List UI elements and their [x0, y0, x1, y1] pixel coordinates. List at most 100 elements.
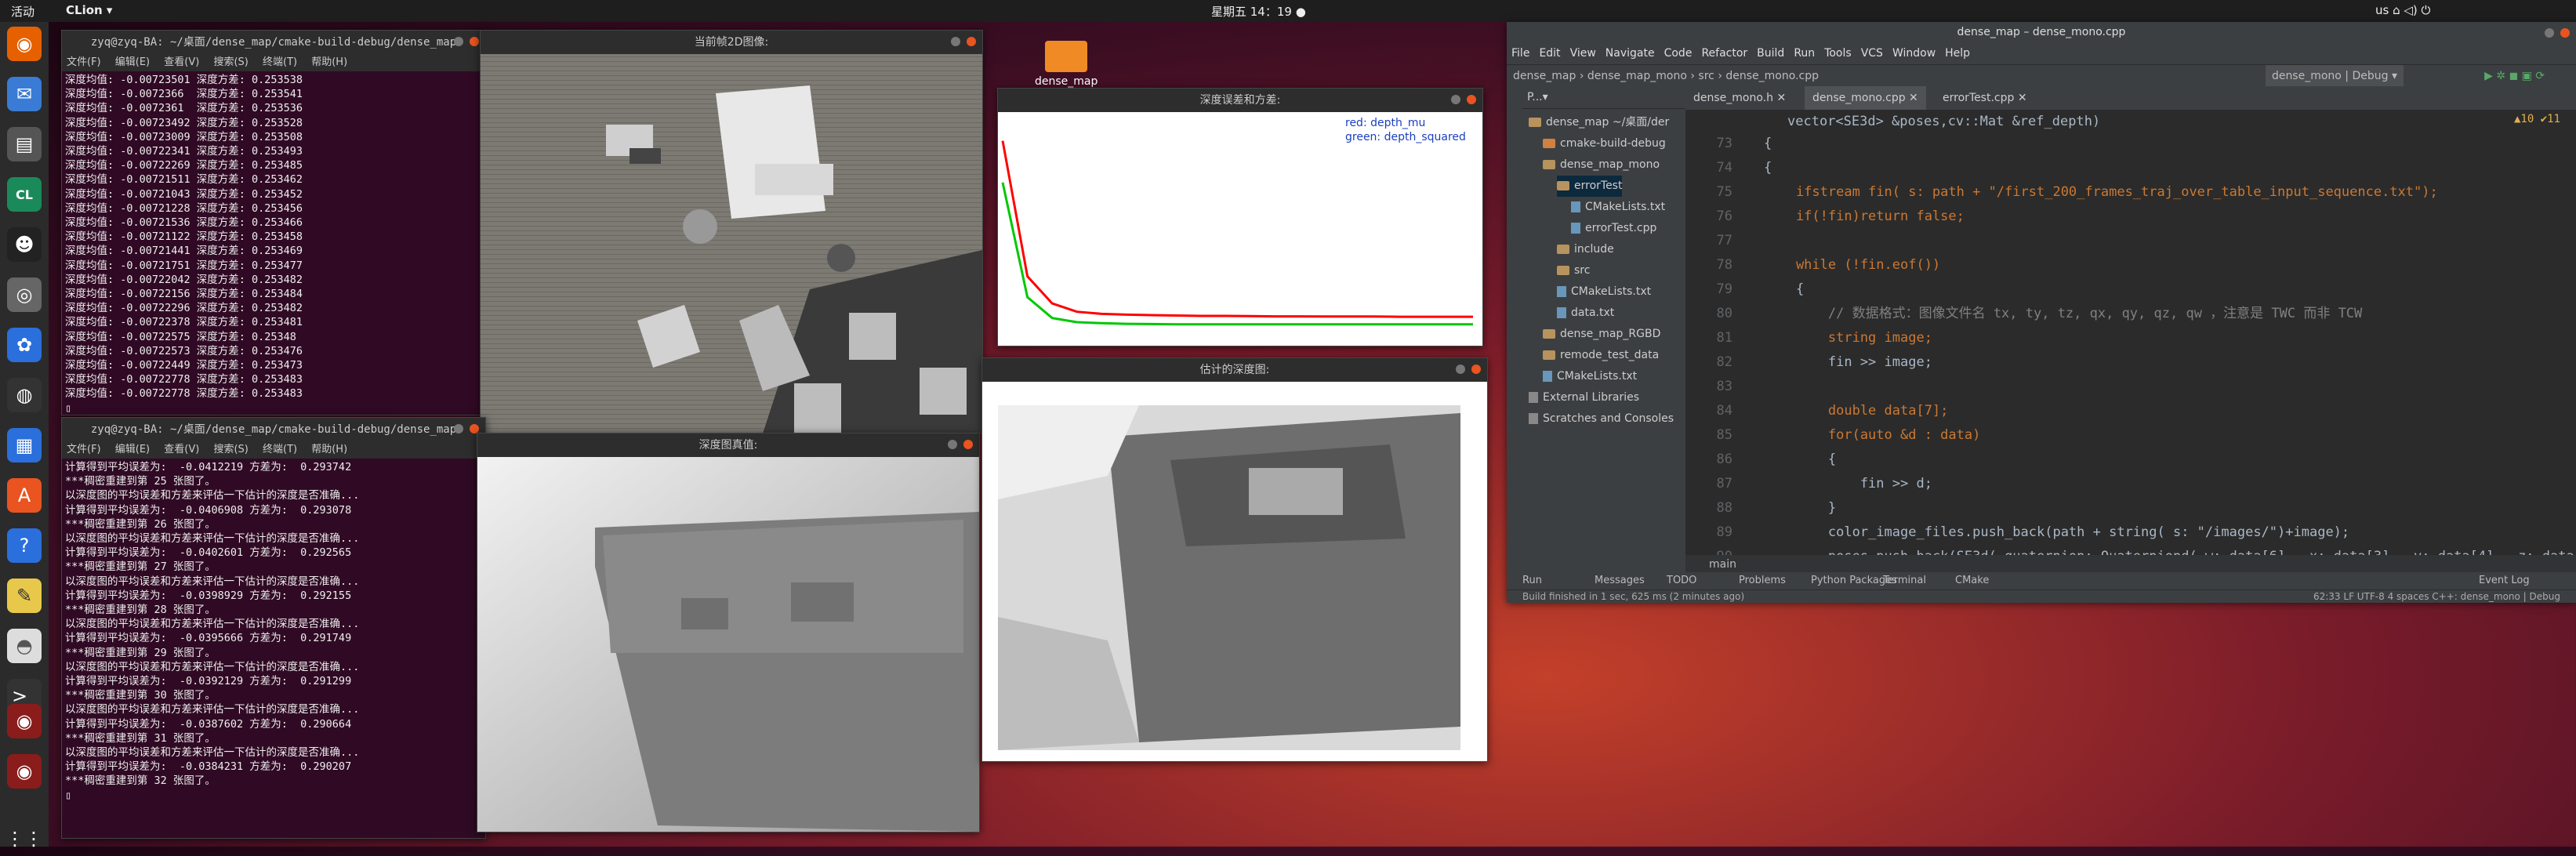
depth-error-titlebar[interactable]: 深度误差和方差: [998, 89, 1482, 112]
current-frame-window[interactable]: 当前帧2D图像: [480, 30, 983, 434]
ide-menu-file[interactable]: File [1511, 47, 1529, 60]
firefox-icon[interactable]: ◉ [7, 27, 42, 61]
tree-item[interactable]: dense_map ~/桌面/der [1529, 112, 1669, 133]
app-window-icon-1[interactable]: ◉ [7, 704, 42, 738]
ide-menu-code[interactable]: Code [1664, 47, 1693, 60]
menu-help[interactable]: 帮助(H) [311, 56, 347, 68]
tree-item[interactable]: CMakeLists.txt [1571, 197, 1665, 218]
close-icon[interactable] [470, 37, 479, 46]
tree-item[interactable]: External Libraries [1529, 387, 1639, 408]
bottom-tab[interactable]: Event Log [2479, 572, 2530, 589]
show-apps-icon[interactable]: ⋮⋮ [5, 822, 43, 856]
ide-menu-refactor[interactable]: Refactor [1701, 47, 1747, 60]
run-config-selector[interactable]: dense_mono | Debug ▾ [2265, 65, 2404, 87]
menu-search[interactable]: 搜索(S) [213, 444, 248, 455]
close-icon[interactable] [1471, 365, 1481, 374]
ide-menu-run[interactable]: Run [1794, 47, 1815, 60]
ide-menu-navigate[interactable]: Navigate [1605, 47, 1655, 60]
tree-item[interactable]: errorTest.cpp [1571, 218, 1656, 239]
menu-view[interactable]: 查看(V) [164, 56, 199, 68]
ide-menu-edit[interactable]: Edit [1539, 47, 1560, 60]
terminal-window-2[interactable]: zyq@zyq-BA: ~/桌面/dense_map/cmake-build-d… [61, 417, 486, 839]
software-icon[interactable]: A [7, 478, 42, 513]
menu-file[interactable]: 文件(F) [67, 444, 101, 455]
app-menu[interactable]: CLion ▾ [66, 3, 112, 17]
menu-help[interactable]: 帮助(H) [311, 444, 347, 455]
terminal-1-titlebar[interactable]: zyq@zyq-BA: ~/桌面/dense_map/cmake-build-d… [62, 31, 485, 54]
menu-edit[interactable]: 编辑(E) [115, 444, 150, 455]
project-panel-header[interactable]: P...▾ [1522, 86, 1685, 109]
menu-terminal[interactable]: 终端(T) [263, 444, 297, 455]
estimated-depth-window[interactable]: 估计的深度图: [981, 357, 1488, 762]
ide-menu-help[interactable]: Help [1945, 47, 1970, 60]
close-icon[interactable] [963, 440, 973, 449]
eye-icon[interactable]: ◎ [7, 277, 42, 312]
tree-item[interactable]: CMakeLists.txt [1557, 281, 1651, 303]
app-window-icon-2[interactable]: ◉ [7, 754, 42, 789]
bottom-tab[interactable]: Run [1522, 572, 1542, 589]
breadcrumb-0[interactable]: dense_map [1513, 70, 1576, 82]
clion-window[interactable]: dense_map – dense_mono.cpp File Edit View N… [1507, 22, 2576, 603]
depth-error-window[interactable]: 深度误差和方差: red: depth_mu green: depth_squar… [997, 88, 1483, 346]
ide-menu-window[interactable]: Window [1892, 47, 1936, 60]
tree-item[interactable]: CMakeLists.txt [1543, 366, 1637, 387]
menu-terminal[interactable]: 终端(T) [263, 56, 297, 68]
clock[interactable]: 星期五 14：19 ● [1211, 3, 1306, 20]
bottom-tab[interactable]: Problems [1739, 572, 1786, 589]
terminal-window-1[interactable]: zyq@zyq-BA: ~/桌面/dense_map/cmake-build-d… [61, 30, 486, 415]
menu-edit[interactable]: 编辑(E) [115, 56, 150, 68]
tab-dense-mono-cpp[interactable]: dense_mono.cpp ✕ [1805, 86, 1926, 112]
inspection-widget[interactable]: ▲10 ✔11 [2514, 113, 2560, 125]
minimize-icon[interactable] [454, 37, 463, 46]
ide-menu-view[interactable]: View [1570, 47, 1596, 60]
tab-dense-mono-h[interactable]: dense_mono.h ✕ [1685, 86, 1794, 110]
breadcrumb-3[interactable]: dense_mono.cpp [1725, 70, 1819, 82]
tree-item[interactable]: dense_map_RGBD [1543, 324, 1660, 345]
menu-file[interactable]: 文件(F) [67, 56, 101, 68]
bottom-tab[interactable]: CMake [1955, 572, 1989, 589]
tree-item[interactable]: errorTest [1557, 176, 1623, 197]
tree-item[interactable]: cmake-build-debug [1543, 133, 1666, 154]
bottom-tab[interactable]: Terminal [1883, 572, 1926, 589]
ide-titlebar[interactable]: dense_map – dense_mono.cpp [1507, 22, 2576, 42]
minimize-icon[interactable] [454, 424, 463, 433]
project-panel[interactable]: P...▾ dense_map ~/桌面/der cmake-build-debu… [1522, 86, 1685, 579]
minimize-icon[interactable] [948, 440, 957, 449]
clion-icon[interactable]: CL [7, 177, 42, 212]
breadcrumb-1[interactable]: dense_map_mono [1587, 70, 1687, 82]
tree-item[interactable]: src [1557, 260, 1590, 281]
minimize-icon[interactable] [1451, 95, 1460, 104]
minimize-icon[interactable] [1456, 365, 1465, 374]
minimize-icon[interactable] [951, 37, 960, 46]
terminal-2-titlebar[interactable]: zyq@zyq-BA: ~/桌面/dense_map/cmake-build-d… [62, 418, 485, 441]
mail-icon[interactable]: ✉ [7, 77, 42, 111]
breadcrumb-2[interactable]: src [1698, 70, 1714, 82]
activities-button[interactable]: 活动 [11, 3, 34, 20]
tree-item[interactable]: Scratches and Consoles [1529, 408, 1674, 430]
bottom-tab[interactable]: TODO [1667, 572, 1696, 589]
terminal-2-output[interactable]: 计算得到平均误差为: -0.0412219 方差为: 0.293742 ***稠密… [62, 459, 485, 804]
text-editor-icon[interactable]: ✎ [7, 579, 42, 613]
terminal-1-output[interactable]: 深度均值: -0.00723501 深度方差: 0.253538 深度均值: -0… [62, 71, 485, 417]
depth-truth-titlebar[interactable]: 深度图真值: [477, 433, 979, 457]
tree-item[interactable]: dense_map_mono [1543, 154, 1660, 176]
close-icon[interactable] [1467, 95, 1476, 104]
qq-icon[interactable]: ☻ [7, 227, 42, 262]
tree-item[interactable]: include [1557, 239, 1614, 260]
bottom-tab[interactable]: Messages [1595, 572, 1645, 589]
desktop-folder[interactable]: dense_map [1035, 41, 1098, 88]
code-editor[interactable]: vector<SE3d> &poses,cv::Mat &ref_depth) … [1685, 110, 2576, 555]
current-frame-titlebar[interactable]: 当前帧2D图像: [481, 31, 982, 54]
ide-menu-build[interactable]: Build [1757, 47, 1784, 60]
tab-errortest-cpp[interactable]: errorTest.cpp ✕ [1935, 86, 2035, 110]
status-right[interactable]: 62:33 LF UTF-8 4 spaces C++: dense_mono … [2313, 590, 2560, 603]
tree-item[interactable]: remode_test_data [1543, 345, 1659, 366]
estimated-depth-titlebar[interactable]: 估计的深度图: [982, 358, 1487, 382]
minimize-icon[interactable] [2545, 28, 2554, 38]
writer-icon[interactable]: ▦ [7, 428, 42, 462]
ide-menu-tools[interactable]: Tools [1824, 47, 1852, 60]
close-icon[interactable] [2560, 28, 2570, 38]
menu-view[interactable]: 查看(V) [164, 444, 199, 455]
menu-search[interactable]: 搜索(S) [213, 56, 248, 68]
depth-truth-window[interactable]: 深度图真值: [477, 433, 980, 832]
